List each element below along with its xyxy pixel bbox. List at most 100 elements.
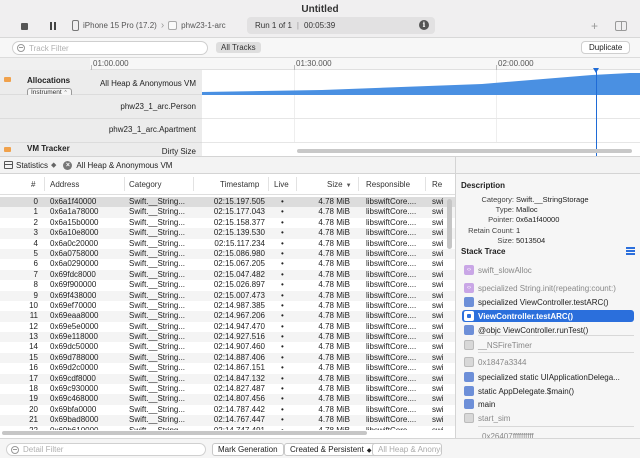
person-lane[interactable] — [202, 95, 640, 119]
row-responsible: libswiftCore.... — [366, 394, 417, 404]
apartment-lane[interactable] — [202, 119, 640, 143]
duplicate-button[interactable]: Duplicate — [581, 41, 631, 54]
lifespan-selector[interactable]: Created & Persistent ◆ — [284, 443, 378, 456]
col-header-live[interactable]: Live — [274, 180, 289, 189]
timeline-scrollbar[interactable] — [202, 148, 640, 154]
table-row[interactable]: 14 0x69dc50000 Swift.__String... 02:14.907.… — [0, 342, 455, 352]
row-responsible: libswiftCore.... — [366, 269, 417, 279]
table-row[interactable]: 20 0x69bfa0000 Swift.__String... 02:14.787.… — [0, 405, 455, 415]
table-row[interactable]: 11 0x69eaa8000 Swift.__String... 02:14.967.… — [0, 311, 455, 322]
stop-button[interactable] — [17, 19, 31, 33]
row-responsible-caller: swi — [432, 352, 444, 362]
row-timestamp: 02:15.086.980 — [213, 248, 265, 258]
table-row[interactable]: 4 0x6a0c20000 Swift.__String... 02:15.117.2… — [0, 239, 455, 249]
col-header-address[interactable]: Address — [50, 180, 79, 189]
row-address: 0x69d788000 — [50, 352, 99, 362]
track-header-vm-tracker[interactable]: VM Tracker Dirty Size — [0, 143, 202, 156]
all-tracks-button[interactable]: All Tracks — [216, 42, 261, 53]
sidebar-toggle-icon[interactable] — [615, 21, 627, 31]
allocation-type-selector[interactable]: All Heap & Anonyr — [372, 443, 442, 456]
stack-frame[interactable]: specialized ViewController.testARC() — [462, 296, 634, 308]
track-header-apartment[interactable]: phw23_1_arc.Apartment — [0, 119, 202, 143]
row-size: 4.78 MiB — [318, 248, 350, 258]
table-row[interactable]: 16 0x69d2c0000 Swift.__String... 02:14.867.… — [0, 363, 455, 373]
table-row[interactable]: 5 0x6a0758000 Swift.__String... 02:15.086.9… — [0, 248, 455, 260]
table-row[interactable]: 9 0x69f438000 Swift.__String... 02:15.007.4… — [0, 290, 455, 301]
mark-generation-button[interactable]: Mark Generation — [212, 443, 284, 456]
stack-trace-options-icon[interactable] — [626, 247, 635, 255]
table-horizontal-scrollbar[interactable] — [0, 430, 446, 436]
table-row[interactable]: 10 0x69ef70000 Swift.__String... 02:14.987.… — [0, 301, 455, 311]
table-row[interactable]: 0 0x6a1f40000 Swift.__String... 02:15.197.5… — [0, 197, 455, 208]
col-header-index[interactable]: # — [31, 180, 35, 189]
row-responsible-caller: swi — [432, 269, 444, 279]
device-selector[interactable]: iPhone 15 Pro (17.2) › phw23-1-arc — [72, 20, 226, 31]
row-responsible: libswiftCore.... — [366, 259, 417, 269]
row-timestamp: 02:14.827.487 — [213, 384, 265, 394]
row-address: 0x6a15b0000 — [50, 217, 99, 227]
breadcrumb[interactable]: All Heap & Anonymous VM — [76, 161, 172, 170]
detail-filter-input[interactable]: Detail Filter — [6, 443, 206, 456]
detail-header: Statistics ◆ × All Heap & Anonymous VM — [0, 156, 455, 174]
table-row[interactable]: 12 0x69e5e0000 Swift.__String... 02:14.947.… — [0, 322, 455, 332]
row-category: Swift.__String... — [129, 259, 186, 269]
all-heap-lane[interactable] — [202, 70, 640, 95]
table-vertical-scrollbar[interactable] — [446, 197, 453, 430]
track-header-allocations[interactable]: Allocations All Heap & Anonymous VM Inst… — [0, 70, 202, 97]
stack-frame[interactable]: 0x26407ffffffffff — [462, 430, 634, 439]
stack-frame[interactable]: main — [462, 398, 634, 410]
row-category: Swift.__String... — [129, 363, 186, 373]
table-row[interactable]: 8 0x69f900000 Swift.__String... 02:15.026.8… — [0, 280, 455, 290]
row-responsible-caller: swi — [432, 404, 444, 414]
col-header-size[interactable]: Size ▼ — [327, 180, 352, 189]
view-mode-selector[interactable]: Statistics ◆ — [4, 161, 56, 170]
table-row[interactable]: 19 0x69c468000 Swift.__String... 02:14.807.… — [0, 394, 455, 405]
playhead-marker-icon[interactable] — [593, 68, 599, 73]
col-header-responsible[interactable]: Responsible — [366, 180, 410, 189]
timeline-ruler[interactable]: 01:00.000 01:30.000 02:00.000 — [0, 58, 640, 70]
table-row[interactable]: 7 0x69fdc8000 Swift.__String... 02:15.047.4… — [0, 269, 455, 281]
stack-frame[interactable]: ‹› specialized String.init(repeating:coun… — [462, 282, 634, 294]
stack-frame[interactable]: specialized static UIApplicationDelega..… — [462, 371, 634, 383]
track-filter-input[interactable]: Track Filter — [12, 41, 208, 55]
table-row[interactable]: 3 0x6a10e8000 Swift.__String... 02:15.139.5… — [0, 228, 455, 239]
description-key: Size: — [497, 235, 514, 245]
stack-frame[interactable]: 0x1847a3344 — [462, 356, 634, 368]
table-row[interactable]: 21 0x69bad8000 Swift.__String... 02:14.767.… — [0, 415, 455, 426]
row-category: Swift.__String... — [129, 384, 186, 394]
table-row[interactable]: 13 0x69e118000 Swift.__String... 02:14.927.… — [0, 332, 455, 343]
tick-label: 01:00.000 — [93, 59, 129, 68]
table-row[interactable]: 1 0x6a1a78000 Swift.__String... 02:15.177.0… — [0, 207, 455, 218]
track-header-person[interactable]: phw23_1_arc.Person — [0, 95, 202, 119]
row-timestamp: 02:14.847.132 — [213, 373, 265, 383]
table-row[interactable]: 17 0x69cdf8000 Swift.__String... 02:14.847.… — [0, 373, 455, 385]
stack-frame-label: @objc ViewController.runTest() — [478, 325, 589, 335]
row-live: • — [281, 384, 284, 394]
playhead[interactable] — [596, 70, 597, 156]
col-header-category[interactable]: Category — [129, 180, 161, 189]
info-icon[interactable]: i — [419, 20, 429, 30]
row-address: 0x6a10e8000 — [50, 228, 99, 238]
table-row[interactable]: 6 0x6a0290000 Swift.__String... 02:15.067.2… — [0, 259, 455, 269]
swift-frame-icon — [464, 297, 474, 307]
close-breadcrumb-icon[interactable]: × — [63, 160, 73, 170]
stack-frame[interactable]: __NSFireTimer — [462, 339, 634, 351]
table-row[interactable]: 18 0x69c930000 Swift.__String... 02:14.827.… — [0, 384, 455, 394]
row-category: Swift.__String... — [129, 197, 186, 206]
row-size: 4.78 MiB — [318, 300, 350, 310]
row-timestamp: 02:15.158.377 — [213, 217, 265, 227]
stack-frame[interactable]: static AppDelegate.$main() — [462, 385, 634, 397]
track-filter-bar: Track Filter All Tracks Duplicate — [0, 38, 640, 58]
stack-frame[interactable]: ‹› swift_slowAlloc — [462, 264, 634, 276]
pause-button[interactable] — [46, 19, 60, 33]
stack-frame[interactable]: start_sim — [462, 412, 634, 424]
vm-tracker-icon — [4, 147, 11, 152]
col-header-timestamp[interactable]: Timestamp — [220, 180, 259, 189]
row-category: Swift.__String... — [129, 342, 186, 352]
col-header-responsible-caller[interactable]: Re — [432, 180, 442, 189]
add-instrument-icon[interactable]: + — [591, 19, 598, 33]
table-row[interactable]: 15 0x69d788000 Swift.__String... 02:14.887.… — [0, 352, 455, 364]
stack-frame[interactable]: ViewController.testARC() — [462, 310, 634, 322]
row-responsible: libswiftCore.... — [366, 384, 417, 394]
table-row[interactable]: 2 0x6a15b0000 Swift.__String... 02:15.158.3… — [0, 218, 455, 228]
